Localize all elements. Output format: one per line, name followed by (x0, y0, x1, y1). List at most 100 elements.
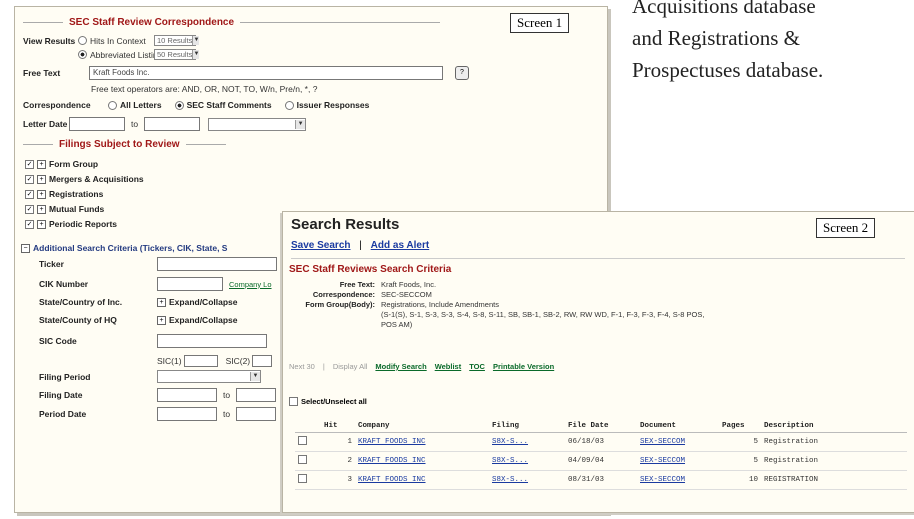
table-row: 2 KRAFT FOODS INC S8X-S... 04/09/04 SEX-… (295, 451, 907, 471)
toc-link[interactable]: TOC (469, 362, 485, 371)
filing-link[interactable]: S8X-S... (489, 470, 565, 490)
sic-range-row: SIC(1) SIC(2) (157, 355, 273, 367)
printable-version-link[interactable]: Printable Version (493, 362, 554, 371)
caption-line-2: and Registrations & (632, 26, 800, 50)
document-link[interactable]: SEX-SECCOM (637, 470, 719, 490)
filing-type-registrations[interactable]: ✓ + Registrations (25, 189, 103, 199)
row-checkbox[interactable] (298, 474, 307, 483)
checkbox-icon[interactable]: ✓ (25, 174, 34, 184)
table-row: 3 KRAFT FOODS INC S8X-S... 08/31/03 SEX-… (295, 470, 907, 490)
expand-icon[interactable]: + (37, 174, 46, 184)
filing-date-from[interactable] (157, 388, 217, 402)
chevron-down-icon: ▼ (295, 119, 306, 129)
expand-icon[interactable]: + (157, 297, 166, 307)
filing-type-form-group[interactable]: ✓ + Form Group (25, 159, 98, 169)
divider (291, 258, 905, 259)
free-text-row: Free Text Kraft Foods Inc. ? (23, 66, 469, 80)
period-date-to[interactable] (236, 407, 277, 421)
save-search-link[interactable]: Save Search (291, 240, 351, 251)
weblist-link[interactable]: Weblist (435, 362, 462, 371)
state-inc-expand-link[interactable]: Expand/Collapse (169, 297, 238, 307)
filing-date-row: Filing Date to (39, 388, 277, 402)
filing-type-mutual-funds[interactable]: ✓ + Mutual Funds (25, 204, 104, 214)
letter-date-row: Letter Date to ▼ (23, 117, 307, 131)
checkbox-icon[interactable]: ✓ (25, 189, 34, 199)
hits-count-select[interactable]: 10 Results ▼ (154, 35, 200, 46)
cik-input[interactable] (157, 277, 223, 291)
checkbox-icon[interactable]: ✓ (25, 204, 34, 214)
collapse-icon[interactable]: − (21, 243, 30, 253)
row-checkbox[interactable] (298, 436, 307, 445)
expand-icon[interactable]: + (37, 204, 46, 214)
chevron-down-icon: ▼ (250, 372, 260, 381)
filing-type-periodic[interactable]: ✓ + Periodic Reports (25, 219, 117, 229)
next-hits-link[interactable]: Next 30 (289, 362, 315, 371)
filings-legend: Filings Subject to Review (23, 139, 226, 150)
free-text-help-button[interactable]: ? (455, 66, 469, 80)
screen-2-tag: Screen 2 (816, 218, 876, 238)
correspondence-legend: SEC Staff Review Correspondence (23, 17, 441, 28)
filing-period-row: Filing Period ▼ (39, 370, 261, 383)
expand-icon[interactable]: + (37, 189, 46, 199)
state-inc-row: State/Country of Inc. + Expand/Collapse (39, 297, 238, 307)
checkbox-icon[interactable]: ✓ (25, 159, 34, 169)
hits-in-context-radio[interactable] (78, 36, 87, 45)
letter-date-from[interactable] (69, 117, 125, 131)
caption-line-1: Acquisitions database (632, 0, 816, 18)
checkbox-icon[interactable]: ✓ (25, 219, 34, 229)
free-text-input[interactable]: Kraft Foods Inc. (89, 66, 443, 80)
sic-input[interactable] (157, 334, 267, 348)
sic-row: SIC Code (39, 334, 267, 348)
sic2-input[interactable] (252, 355, 273, 367)
additional-criteria-toggle[interactable]: − Additional Search Criteria (Tickers, C… (21, 243, 227, 253)
modify-search-link[interactable]: Modify Search (375, 362, 426, 371)
abbreviated-listing-label: Abbreviated Listing (90, 49, 163, 60)
filings-legend-title: Filings Subject to Review (59, 139, 180, 150)
abbreviated-count-select[interactable]: 50 Results ▼ (154, 49, 200, 60)
document-link[interactable]: SEX-SECCOM (637, 432, 719, 452)
correspondence-label: Correspondence (23, 100, 91, 110)
criteria-continuation: POS AM) (381, 320, 413, 329)
company-link[interactable]: KRAFT FOODS INC (355, 432, 489, 452)
period-date-from[interactable] (157, 407, 217, 421)
company-link[interactable]: KRAFT FOODS INC (355, 470, 489, 490)
expand-icon[interactable]: + (37, 219, 46, 229)
company-lookup-link[interactable]: Company Lo (229, 280, 272, 289)
filing-link[interactable]: S8X-S... (489, 432, 565, 452)
letter-date-range-select[interactable]: ▼ (208, 117, 307, 131)
view-results-label: View Results (23, 35, 76, 46)
letter-date-to[interactable] (144, 117, 201, 131)
filing-link[interactable]: S8X-S... (489, 451, 565, 471)
caption-text: Acquisitions database and Registrations … (632, 0, 914, 86)
filing-type-mergers[interactable]: ✓ + Mergers & Acquisitions (25, 174, 144, 184)
free-text-help: Free text operators are: AND, OR, NOT, T… (91, 84, 318, 94)
filing-date-to[interactable] (236, 388, 277, 402)
letter-date-label: Letter Date (23, 119, 68, 129)
correspondence-row: Correspondence All Letters SEC Staff Com… (23, 100, 370, 110)
expand-icon[interactable]: + (37, 159, 46, 169)
company-link[interactable]: KRAFT FOODS INC (355, 451, 489, 471)
expand-icon[interactable]: + (157, 315, 166, 325)
all-letters-radio[interactable] (108, 100, 117, 110)
abbreviated-listing-radio[interactable] (78, 50, 87, 59)
add-alert-link[interactable]: Add as Alert (371, 240, 430, 251)
staff-comments-radio[interactable] (174, 100, 184, 110)
ticker-row: Ticker (39, 257, 277, 271)
display-all-link[interactable]: Display All (333, 362, 368, 371)
period-date-row: Period Date to (39, 407, 277, 421)
filing-period-select[interactable]: ▼ (157, 370, 261, 383)
page-title: Search Results (291, 216, 400, 233)
issuer-responses-radio[interactable] (284, 100, 294, 110)
ticker-input[interactable] (157, 257, 277, 271)
cik-row: CIK Number Company Lo (39, 277, 272, 291)
state-hq-expand-link[interactable]: Expand/Collapse (169, 315, 238, 325)
criteria-row: Free Text: Kraft Foods, Inc. (339, 280, 437, 289)
caption-line-3: Prospectuses database. (632, 58, 824, 82)
sic1-input[interactable] (183, 355, 218, 367)
document-link[interactable]: SEX-SECCOM (637, 451, 719, 471)
select-all-checkbox[interactable] (289, 397, 298, 406)
free-text-label: Free Text (23, 68, 61, 78)
row-checkbox[interactable] (298, 455, 307, 464)
criteria-row: Correspondence: SEC-SECCOM (312, 290, 432, 299)
select-all-row[interactable]: Select/Unselect all (289, 397, 367, 406)
